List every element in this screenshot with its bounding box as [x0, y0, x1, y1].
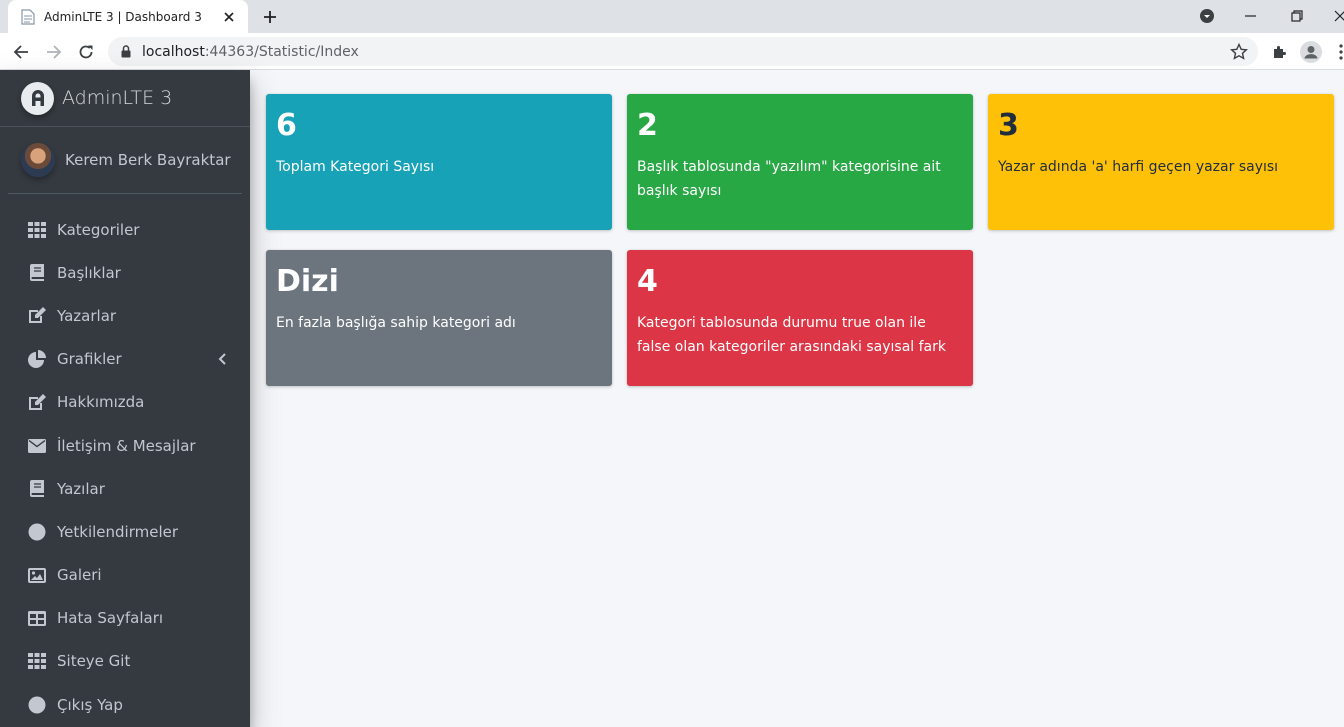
stat-box-en-fazla-baslik-kategori: Dizi En fazla başlığa sahip kategori adı — [266, 250, 612, 386]
stat-label: En fazla başlığa sahip kategori adı — [276, 315, 516, 331]
sidebar-item-hata-sayfalari[interactable]: Hata Sayfaları — [8, 597, 242, 640]
restore-icon[interactable] — [1285, 4, 1309, 28]
stat-box-yazilim-baslik-sayisi: 2 Başlık tablosunda "yazılım" kategorisi… — [627, 94, 973, 230]
brand-text: AdminLTE 3 — [62, 87, 173, 109]
brand-link[interactable]: AdminLTE 3 — [0, 70, 250, 127]
tab-title: AdminLTE 3 | Dashboard 3 — [44, 9, 202, 24]
browser-tab[interactable]: AdminLTE 3 | Dashboard 3 — [8, 0, 248, 33]
sidebar-item-basliklar[interactable]: Başlıklar — [8, 251, 242, 294]
main-sidebar: AdminLTE 3 Kerem Berk Bayraktar Kategori… — [0, 70, 250, 727]
book-icon — [27, 479, 47, 499]
sidebar-item-yazilar[interactable]: Yazılar — [8, 467, 242, 510]
sidebar-item-label: Yazılar — [57, 479, 105, 498]
profile-avatar-icon[interactable] — [1300, 41, 1322, 63]
browser-toolbar: localhost:44363/Statistic/Index — [0, 33, 1344, 70]
sidebar-item-hakkimizda[interactable]: Hakkımızda — [8, 381, 242, 424]
stat-value: 2 — [637, 108, 658, 143]
edit-icon — [27, 392, 47, 412]
browser-menu-icon[interactable] — [1330, 41, 1344, 63]
stat-label: Yazar adında 'a' harfi geçen yazar sayıs… — [998, 159, 1279, 175]
page-favicon-icon — [20, 8, 36, 25]
minimize-icon[interactable] — [1239, 4, 1263, 28]
user-name: Kerem Berk Bayraktar — [65, 151, 231, 169]
th-icon — [27, 220, 47, 240]
reload-icon[interactable] — [73, 39, 99, 65]
url-text: localhost:44363/Statistic/Index — [142, 43, 359, 60]
sidebar-item-label: Yetkilendirmeler — [57, 522, 179, 541]
close-window-icon[interactable] — [1328, 4, 1344, 28]
bookmark-star-icon[interactable] — [1229, 42, 1249, 61]
envelope-icon — [27, 436, 47, 456]
book-icon — [27, 263, 47, 283]
image-icon — [27, 565, 47, 585]
sidebar-item-label: Hakkımızda — [57, 393, 145, 412]
extensions-puzzle-icon[interactable] — [1269, 41, 1291, 63]
new-tab-icon[interactable] — [258, 5, 282, 29]
chart-pie-icon — [27, 349, 47, 369]
stat-value: 4 — [637, 264, 658, 299]
sidebar-menu: Kategoriler Başlıklar Yazarlar Grafikler — [8, 208, 242, 726]
close-tab-icon[interactable] — [220, 8, 238, 26]
stat-value: 3 — [998, 108, 1019, 143]
stat-value: Dizi — [276, 264, 339, 299]
back-arrow-icon[interactable] — [8, 39, 34, 65]
sidebar-item-cikis-yap[interactable]: Çıkış Yap — [8, 683, 242, 726]
stat-label: Toplam Kategori Sayısı — [276, 159, 435, 175]
sidebar-item-label: Grafikler — [57, 350, 122, 369]
sidebar-item-label: Çıkış Yap — [57, 695, 123, 714]
stat-box-durum-farki: 4 Kategori tablosunda durumu true olan i… — [627, 250, 973, 386]
sidebar-item-iletisim-mesajlar[interactable]: İletişim & Mesajlar — [8, 424, 242, 467]
tab-search-icon[interactable] — [1195, 4, 1219, 28]
content-wrapper: 6 Toplam Kategori Sayısı 2 Başlık tablos… — [250, 70, 1344, 727]
chevron-left-icon[interactable] — [218, 352, 228, 366]
browser-tab-bar: AdminLTE 3 | Dashboard 3 — [0, 0, 1344, 33]
sidebar-item-grafikler[interactable]: Grafikler — [8, 338, 242, 381]
sidebar-item-label: Galeri — [57, 566, 102, 585]
lock-icon — [118, 44, 134, 60]
sidebar-item-label: Başlıklar — [57, 263, 121, 282]
sidebar-item-label: Siteye Git — [57, 652, 131, 671]
table-icon — [27, 608, 47, 628]
address-bar[interactable]: localhost:44363/Statistic/Index — [108, 37, 1258, 66]
forward-arrow-icon[interactable] — [41, 39, 67, 65]
adminlte-logo-icon — [21, 81, 54, 115]
sidebar-item-galeri[interactable]: Galeri — [8, 554, 242, 597]
stat-value: 6 — [276, 108, 297, 143]
stat-box-kategori-sayisi: 6 Toplam Kategori Sayısı — [266, 94, 612, 230]
sidebar-item-label: Kategoriler — [57, 220, 140, 239]
sidebar-item-siteye-git[interactable]: Siteye Git — [8, 640, 242, 683]
user-avatar — [21, 143, 55, 177]
user-panel[interactable]: Kerem Berk Bayraktar — [8, 127, 242, 194]
sidebar-item-label: İletişim & Mesajlar — [57, 436, 196, 455]
stat-label: Başlık tablosunda "yazılım" kategorisine… — [637, 159, 941, 199]
edit-icon — [27, 306, 47, 326]
sidebar-item-label: Yazarlar — [57, 306, 117, 325]
sidebar-item-yazarlar[interactable]: Yazarlar — [8, 294, 242, 337]
circle-icon — [27, 522, 47, 542]
circle-icon — [27, 695, 47, 715]
th-icon — [27, 651, 47, 671]
stat-box-yazar-sayisi: 3 Yazar adında 'a' harfi geçen yazar say… — [988, 94, 1334, 230]
stat-label: Kategori tablosunda durumu true olan ile… — [637, 315, 946, 355]
sidebar-item-label: Hata Sayfaları — [57, 609, 164, 628]
sidebar-item-yetkilendirmeler[interactable]: Yetkilendirmeler — [8, 510, 242, 553]
sidebar-item-kategoriler[interactable]: Kategoriler — [8, 208, 242, 251]
